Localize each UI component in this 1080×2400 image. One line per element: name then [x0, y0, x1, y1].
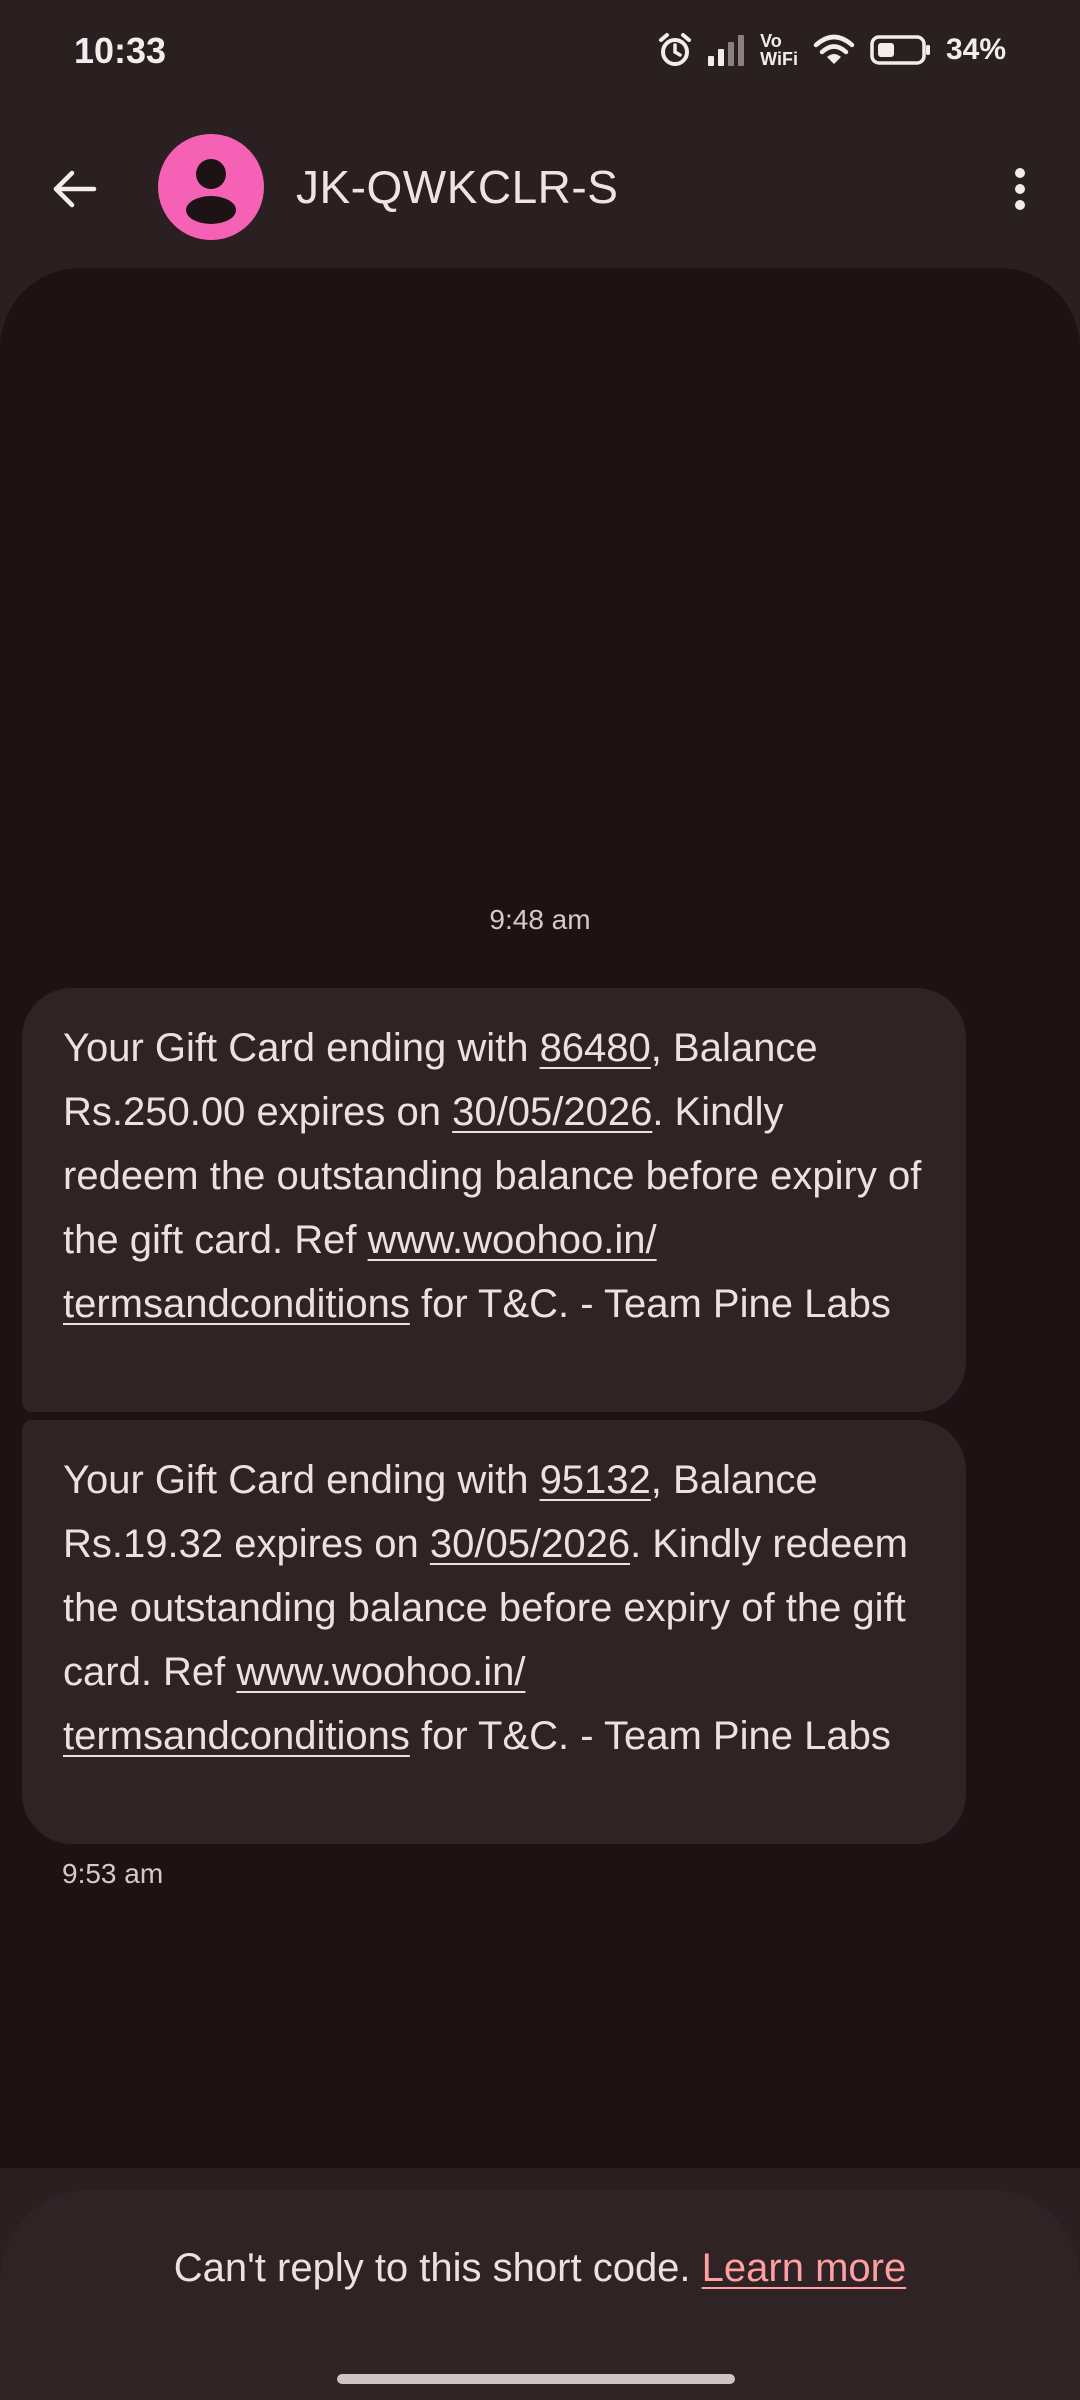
person-icon: [158, 159, 264, 240]
more-vert-icon: [1013, 167, 1027, 216]
date-link[interactable]: 30/05/2026: [452, 1090, 652, 1134]
vowifi-indicator: Vo WiFi: [760, 32, 798, 68]
back-button[interactable]: [40, 156, 110, 226]
message-timestamp: 9:48 am: [489, 904, 591, 935]
terms-link-line2: termsandconditions: [63, 1282, 410, 1326]
learn-more-link[interactable]: Learn more: [702, 2246, 907, 2290]
message-text: for T&C. - Team Pine Labs: [409, 1714, 891, 1758]
message-text: Your Gift Card ending with: [63, 1458, 540, 1502]
terms-link-line1: www.woohoo.in/: [367, 1218, 657, 1262]
signal-icon: [706, 34, 746, 66]
messages-screen: 10:33 Vo WiFi 34% JK-QWKCLR-S 9:48 am Yo…: [0, 0, 1080, 2400]
message-timestamp: 9:53 am: [62, 1858, 164, 1889]
status-icons: Vo WiFi 34%: [658, 28, 1006, 72]
vowifi-line2: WiFi: [760, 49, 798, 69]
back-arrow-icon: [52, 169, 98, 214]
cant-reply-notice: Can't reply to this short code. Learn mo…: [0, 2190, 1080, 2400]
contact-name[interactable]: JK-QWKCLR-S: [296, 160, 618, 214]
message-text: Your Gift Card ending with: [63, 1026, 540, 1070]
alarm-icon: [658, 32, 692, 68]
more-options-button[interactable]: [990, 156, 1050, 226]
wifi-icon: [812, 33, 856, 67]
conversation-header: JK-QWKCLR-S: [0, 110, 1080, 260]
home-indicator[interactable]: [337, 2374, 735, 2384]
status-time: 10:33: [74, 30, 167, 71]
notice-text-line: Can't reply to this short code. Learn mo…: [0, 2246, 1080, 2291]
avatar[interactable]: [158, 134, 264, 240]
terms-link-line2: termsandconditions: [63, 1714, 410, 1758]
card-number-link[interactable]: 95132: [540, 1458, 651, 1502]
message-bubble[interactable]: Your Gift Card ending with 86480, Balanc…: [22, 988, 966, 1412]
message-bubble[interactable]: Your Gift Card ending with 95132, Balanc…: [22, 1420, 966, 1844]
message-text: for T&C. - Team Pine Labs: [409, 1282, 891, 1326]
card-number-link[interactable]: 86480: [540, 1026, 651, 1070]
notice-text: Can't reply to this short code.: [173, 2246, 702, 2290]
status-bar: 10:33 Vo WiFi 34%: [0, 0, 1080, 100]
battery-percent: 34%: [945, 33, 1006, 66]
battery-icon: [870, 34, 932, 66]
vowifi-line1: Vo: [760, 31, 782, 51]
date-link[interactable]: 30/05/2026: [430, 1522, 630, 1566]
terms-link-line1: www.woohoo.in/: [236, 1650, 526, 1694]
